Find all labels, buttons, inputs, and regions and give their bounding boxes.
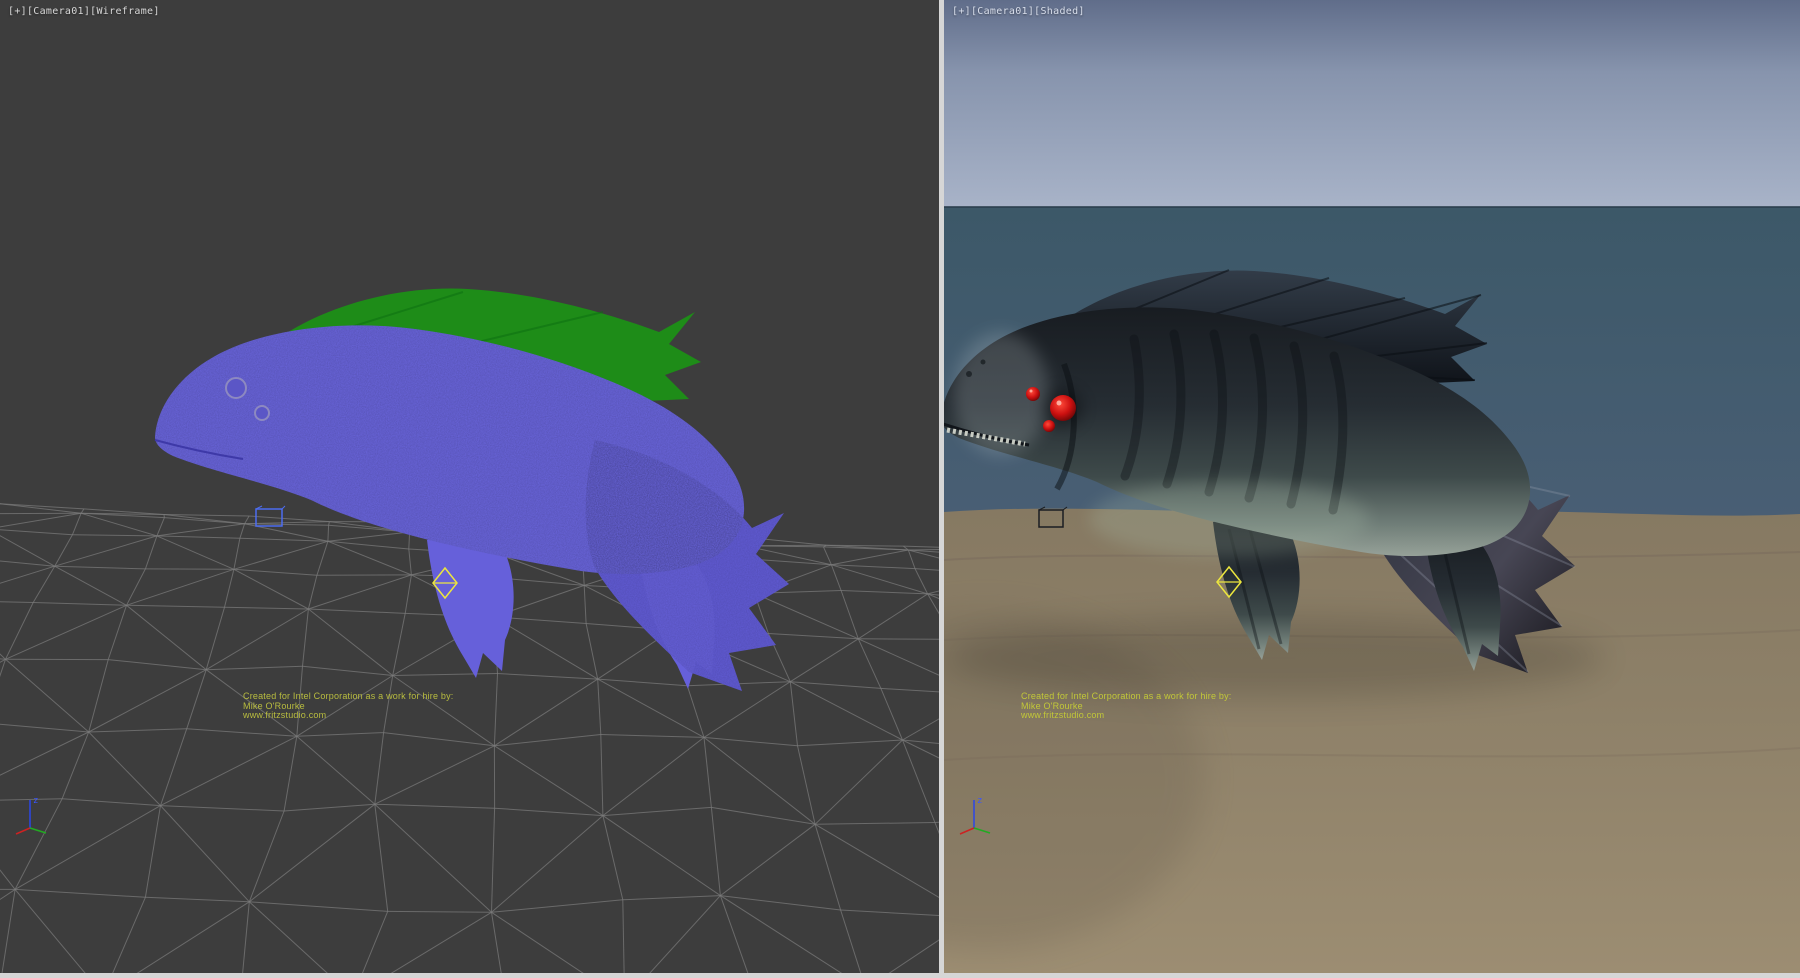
dummy-helper-box[interactable] <box>1037 506 1069 530</box>
fish-eye <box>1050 395 1076 421</box>
fish-model-shaded[interactable] <box>944 254 1579 699</box>
watermark: Created for Intel Corporation as a work … <box>1021 692 1232 721</box>
eye-highlight <box>1057 401 1062 406</box>
bottom-border <box>0 973 1800 978</box>
bone-gizmo-diamond[interactable] <box>427 565 463 601</box>
nostril <box>981 360 986 365</box>
eye-highlight <box>1030 390 1033 393</box>
watermark-line3: www.fritzstudio.com <box>1021 711 1232 721</box>
fish-eye <box>1026 387 1040 401</box>
fish-eye <box>226 378 246 398</box>
axis-z-label: z <box>977 796 982 806</box>
front-pelvic-fin[interactable] <box>427 536 514 678</box>
dummy-helper-box[interactable] <box>254 505 286 529</box>
viewport-label-wireframe[interactable]: [+][Camera01][Wireframe] <box>8 6 160 17</box>
sky <box>944 0 1800 207</box>
fish-eye <box>1043 420 1055 432</box>
world-axis-tripod: z <box>10 788 56 838</box>
viewport-label-shaded[interactable]: [+][Camera01][Shaded] <box>952 6 1085 17</box>
fish-eye <box>255 406 269 420</box>
wireframe-stipple-tail <box>586 440 789 691</box>
nostril <box>966 371 972 377</box>
bone-gizmo-diamond[interactable] <box>1211 564 1247 600</box>
viewport-shaded[interactable]: z Created for Intel Corporation as a wor… <box>944 0 1800 973</box>
horizon-line <box>944 206 1800 208</box>
watermark: Created for Intel Corporation as a work … <box>243 692 454 721</box>
viewport-wireframe[interactable]: z Created for Intel Corporation as a wor… <box>0 0 939 973</box>
world-axis-tripod: z <box>954 788 1000 838</box>
fish-model-wireframe[interactable] <box>143 272 793 717</box>
watermark-line3: www.fritzstudio.com <box>243 711 454 721</box>
axis-z-label: z <box>33 796 38 806</box>
viewport-divider[interactable] <box>939 0 944 973</box>
belly-highlight <box>1089 481 1369 557</box>
